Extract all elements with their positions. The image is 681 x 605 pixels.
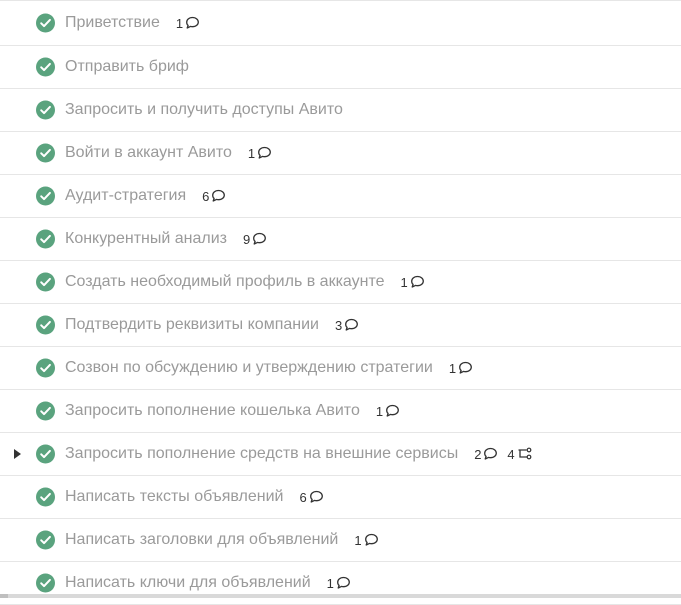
task-title[interactable]: Написать ключи для объявлений: [65, 574, 311, 592]
comment-bubble-icon: [185, 16, 200, 30]
task-line: Запросить и получить доступы Авито: [65, 101, 343, 119]
comment-bubble-icon: [211, 189, 226, 203]
check-circle-icon[interactable]: [36, 186, 55, 206]
check-circle-icon[interactable]: [36, 57, 55, 77]
task-row[interactable]: Подтвердить реквизиты компании 3: [0, 304, 681, 347]
task-row[interactable]: Отправить бриф: [0, 46, 681, 89]
comment-count-value: 2: [474, 446, 482, 462]
comment-count-value: 1: [400, 274, 408, 290]
task-line: Написать ключи для объявлений 1: [65, 574, 351, 592]
comment-count[interactable]: 9: [243, 232, 267, 247]
task-title[interactable]: Запросить пополнение средств на внешние …: [65, 445, 458, 463]
task-row[interactable]: Конкурентный анализ 9: [0, 218, 681, 261]
task-line: Войти в аккаунт Авито 1: [65, 144, 272, 162]
check-circle-icon[interactable]: [36, 487, 55, 507]
task-title[interactable]: Конкурентный анализ: [65, 230, 227, 248]
subtask-icon: [517, 447, 532, 461]
comment-count[interactable]: 3: [335, 318, 359, 333]
check-circle-icon[interactable]: [36, 401, 55, 421]
comment-count-value: 1: [326, 575, 334, 591]
comment-count-value: 3: [334, 317, 343, 333]
comment-bubble-icon: [257, 146, 272, 160]
comment-count-value: 1: [448, 360, 457, 376]
task-line: Написать тексты объявлений 6: [65, 488, 324, 506]
comment-count-value: 9: [242, 231, 251, 247]
comment-count[interactable]: 1: [401, 275, 425, 290]
task-title[interactable]: Подтвердить реквизиты компании: [65, 316, 319, 334]
task-line: Конкурентный анализ 9: [65, 230, 267, 248]
check-circle-icon[interactable]: [36, 444, 55, 464]
check-circle-icon[interactable]: [36, 13, 55, 33]
comment-count-value: 1: [247, 145, 256, 161]
task-line: Аудит-стратегия 6: [65, 187, 226, 205]
check-circle-icon[interactable]: [36, 530, 55, 550]
comment-bubble-icon: [410, 275, 425, 289]
task-line: Созвон по обсуждению и утверждению страт…: [65, 359, 473, 377]
task-title[interactable]: Запросить и получить доступы Авито: [65, 101, 343, 119]
comment-bubble-icon: [364, 533, 379, 547]
subtask-count-value: 4: [507, 446, 515, 462]
comment-count-value: 1: [175, 15, 184, 31]
task-row[interactable]: Запросить пополнение средств на внешние …: [0, 433, 681, 476]
task-line: Создать необходимый профиль в аккаунте 1: [65, 273, 425, 291]
task-row[interactable]: Создать необходимый профиль в аккаунте 1: [0, 261, 681, 304]
comment-count[interactable]: 6: [202, 189, 226, 204]
comment-count[interactable]: 1: [376, 404, 400, 419]
task-line: Запросить пополнение средств на внешние …: [65, 445, 532, 463]
task-row[interactable]: Написать заголовки для объявлений 1: [0, 519, 681, 562]
task-line: Приветствие 1: [65, 14, 200, 32]
comment-count[interactable]: 1: [327, 576, 351, 591]
check-circle-icon[interactable]: [36, 358, 55, 378]
task-row[interactable]: Приветствие 1: [0, 1, 681, 46]
comment-bubble-icon: [309, 490, 324, 504]
task-title[interactable]: Войти в аккаунт Авито: [65, 144, 232, 162]
check-circle-icon[interactable]: [36, 229, 55, 249]
comment-count-value: 1: [354, 532, 362, 548]
comment-bubble-icon: [344, 318, 359, 332]
comment-bubble-icon: [336, 576, 351, 590]
check-circle-icon[interactable]: [36, 272, 55, 292]
task-line: Написать заголовки для объявлений 1: [65, 531, 379, 549]
task-title[interactable]: Аудит-стратегия: [65, 187, 186, 205]
check-circle-icon[interactable]: [36, 100, 55, 120]
comment-count[interactable]: 6: [299, 490, 323, 505]
comment-bubble-icon: [483, 447, 498, 461]
comment-count[interactable]: 1: [449, 361, 473, 376]
subtask-count[interactable]: 4: [507, 446, 532, 462]
check-circle-icon[interactable]: [36, 143, 55, 163]
task-line: Подтвердить реквизиты компании 3: [65, 316, 359, 334]
task-title[interactable]: Приветствие: [65, 14, 160, 32]
comment-count-value: 6: [299, 489, 307, 505]
check-circle-icon[interactable]: [36, 315, 55, 335]
task-row[interactable]: Аудит-стратегия 6: [0, 175, 681, 218]
task-row[interactable]: Созвон по обсуждению и утверждению страт…: [0, 347, 681, 390]
task-title[interactable]: Запросить пополнение кошелька Авито: [65, 402, 360, 420]
comment-count-value: 1: [375, 403, 384, 419]
check-circle-icon[interactable]: [36, 573, 55, 593]
comment-bubble-icon: [252, 232, 267, 246]
caret-right-icon[interactable]: [14, 449, 21, 459]
task-line: Запросить пополнение кошелька Авито 1: [65, 402, 400, 420]
horizontal-scrollbar[interactable]: [0, 594, 681, 598]
task-line: Отправить бриф: [65, 58, 189, 76]
task-title[interactable]: Создать необходимый профиль в аккаунте: [65, 273, 385, 291]
comment-count[interactable]: 24: [474, 446, 532, 462]
comment-count[interactable]: 1: [248, 146, 272, 161]
task-row[interactable]: Запросить пополнение кошелька Авито 1: [0, 390, 681, 433]
task-title[interactable]: Созвон по обсуждению и утверждению страт…: [65, 359, 433, 377]
task-row[interactable]: Войти в аккаунт Авито 1: [0, 132, 681, 175]
task-row[interactable]: Запросить и получить доступы Авито: [0, 89, 681, 132]
task-row[interactable]: Написать ключи для объявлений 1: [0, 562, 681, 605]
scrollbar-edge[interactable]: [0, 594, 8, 598]
comment-count-value: 6: [202, 188, 210, 204]
task-row[interactable]: Написать тексты объявлений 6: [0, 476, 681, 519]
task-title[interactable]: Отправить бриф: [65, 58, 189, 76]
comment-count[interactable]: 1: [354, 533, 378, 548]
task-title[interactable]: Написать тексты объявлений: [65, 488, 283, 506]
comment-count[interactable]: 1: [176, 16, 200, 31]
comment-bubble-icon: [385, 404, 400, 418]
task-title[interactable]: Написать заголовки для объявлений: [65, 531, 338, 549]
task-list: Приветствие 1 Отправить бриф Запросить и по…: [0, 0, 681, 605]
comment-bubble-icon: [458, 361, 473, 375]
